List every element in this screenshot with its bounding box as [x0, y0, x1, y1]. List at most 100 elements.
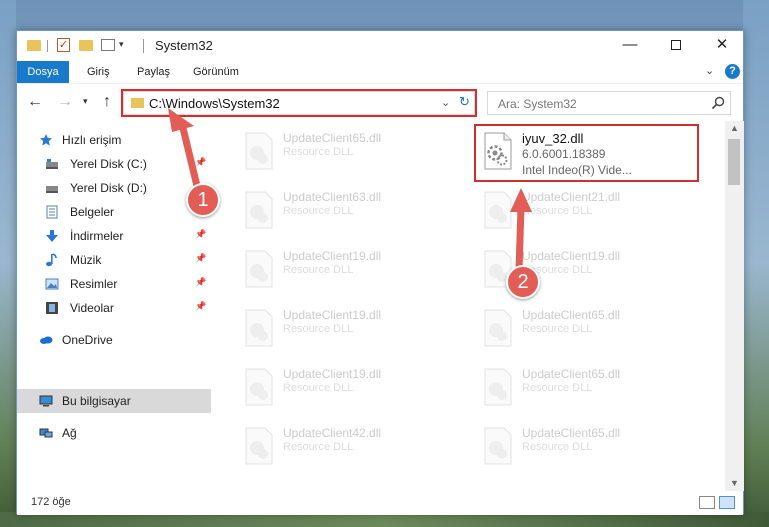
drive-icon: [46, 186, 58, 193]
new-folder-icon[interactable]: [79, 40, 93, 51]
sidebar-item-videos[interactable]: Videolar 📌: [17, 296, 211, 320]
file-item[interactable]: UpdateClient19.dll Resource DLL: [474, 243, 674, 297]
step-badge-1: 1: [186, 183, 220, 217]
sidebar-item-network[interactable]: Ağ: [17, 421, 211, 445]
minimize-button[interactable]: —: [607, 31, 653, 61]
network-icon: [39, 428, 53, 438]
sidebar-item-this-pc[interactable]: Bu bilgisayar: [17, 389, 211, 413]
expand-ribbon-icon[interactable]: ⌄: [705, 64, 714, 77]
file-name: UpdateClient65.dll: [522, 367, 621, 381]
rename-icon[interactable]: [101, 39, 115, 51]
file-description: Resource DLL: [283, 441, 354, 453]
search-input[interactable]: Ara: System32: [487, 91, 731, 115]
file-name: UpdateClient65.dll: [522, 308, 621, 322]
sidebar-item-local-disk-c[interactable]: Yerel Disk (C:) 📌: [17, 152, 211, 176]
videos-icon: [46, 302, 58, 314]
dll-file-icon: [484, 309, 512, 347]
recent-locations-icon[interactable]: ▾: [83, 96, 88, 107]
pictures-icon: [45, 278, 59, 290]
pin-icon: 📌: [195, 301, 207, 311]
sidebar-item-label: Yerel Disk (C:): [70, 157, 147, 171]
file-description: Resource DLL: [522, 205, 593, 217]
tab-share[interactable]: Paylaş: [129, 61, 178, 83]
file-item[interactable]: UpdateClient21.dll Resource DLL: [474, 184, 674, 238]
scroll-down-icon[interactable]: ▼: [730, 478, 739, 488]
sidebar-item-local-disk-d[interactable]: Yerel Disk (D:): [17, 176, 211, 200]
help-icon[interactable]: ?: [725, 64, 740, 79]
desktop-background: [0, 0, 16, 527]
file-list: UpdateClient65.dll Resource DLL UpdateCl…: [211, 121, 725, 491]
dll-file-icon: [245, 250, 273, 288]
sidebar-item-downloads[interactable]: İndirmeler 📌: [17, 224, 211, 248]
customize-toolbar-dropdown-icon[interactable]: ▾: [119, 39, 124, 55]
music-icon: [46, 253, 57, 267]
tab-view[interactable]: Görünüm: [185, 61, 247, 83]
scroll-up-icon[interactable]: ▲: [730, 123, 739, 133]
refresh-icon[interactable]: ↻: [459, 94, 475, 110]
sidebar-item-label: OneDrive: [62, 333, 113, 347]
folder-icon: [131, 98, 144, 108]
address-bar[interactable]: C:\Windows\System32 ⌄ ↻: [121, 89, 477, 117]
tab-file[interactable]: Dosya: [17, 61, 69, 83]
item-count: 172 öğe: [31, 496, 71, 508]
file-item[interactable]: UpdateClient63.dll Resource DLL: [235, 184, 435, 238]
file-name: UpdateClient42.dll: [283, 426, 382, 440]
file-item[interactable]: UpdateClient19.dll Resource DLL: [235, 302, 435, 356]
sidebar-item-onedrive[interactable]: OneDrive: [17, 328, 211, 352]
dll-file-icon: [484, 191, 512, 229]
sidebar-item-documents[interactable]: Belgeler: [17, 200, 211, 224]
properties-check-icon[interactable]: ✓: [57, 38, 70, 52]
file-description: Resource DLL: [522, 323, 593, 335]
file-description: Resource DLL: [283, 146, 354, 158]
sidebar-item-music[interactable]: Müzik 📌: [17, 248, 211, 272]
file-item[interactable]: UpdateClient65.dll Resource DLL: [474, 361, 674, 415]
pin-icon: 📌: [195, 253, 207, 263]
sidebar-item-label: Videolar: [70, 301, 114, 315]
file-item[interactable]: UpdateClient65.dll Resource DLL: [474, 302, 674, 356]
highlight-box: [474, 124, 699, 182]
search-icon[interactable]: [710, 95, 726, 111]
file-name: UpdateClient19.dll: [283, 367, 382, 381]
sidebar-item-pictures[interactable]: Resimler 📌: [17, 272, 211, 296]
file-item[interactable]: UpdateClient65.dll Resource DLL: [235, 125, 435, 179]
pin-icon: 📌: [195, 229, 207, 239]
file-item[interactable]: UpdateClient65.dll Resource DLL: [474, 420, 674, 474]
vertical-scrollbar[interactable]: ▲ ▼: [725, 121, 744, 491]
divider: [47, 40, 48, 52]
file-name: UpdateClient63.dll: [283, 190, 382, 204]
desktop-background: [743, 0, 769, 527]
file-description: Resource DLL: [283, 205, 354, 217]
up-button[interactable]: ↑: [103, 93, 111, 111]
search-placeholder: Ara: System32: [498, 97, 577, 111]
scrollbar-thumb[interactable]: [728, 139, 740, 185]
ribbon-tabs: Dosya Giriş Paylaş Görünüm ⌄ ?: [17, 61, 743, 83]
forward-button[interactable]: →: [57, 93, 73, 111]
sidebar-item-label: Resimler: [70, 277, 118, 291]
file-item[interactable]: UpdateClient19.dll Resource DLL: [235, 243, 435, 297]
details-view-button[interactable]: [699, 496, 715, 509]
address-path[interactable]: C:\Windows\System32: [149, 96, 280, 111]
maximize-button[interactable]: [653, 31, 699, 61]
star-icon: [40, 134, 52, 146]
dll-file-icon: [245, 368, 273, 406]
maximize-icon: [671, 40, 681, 51]
sidebar-item-label: Bu bilgisayar: [62, 394, 131, 408]
file-item[interactable]: UpdateClient42.dll Resource DLL: [235, 420, 435, 474]
sidebar-item-label: Müzik: [70, 253, 102, 267]
file-name: UpdateClient19.dll: [283, 249, 382, 263]
sidebar-item-quick-access[interactable]: Hızlı erişim: [17, 128, 211, 152]
address-history-dropdown-icon[interactable]: ⌄: [441, 96, 450, 109]
tab-home[interactable]: Giriş: [79, 61, 118, 83]
sidebar-item-label: İndirmeler: [70, 229, 124, 243]
file-item[interactable]: UpdateClient19.dll Resource DLL: [235, 361, 435, 415]
back-button[interactable]: ←: [27, 93, 43, 111]
tiles-view-button[interactable]: [719, 496, 735, 509]
computer-icon: [39, 395, 53, 407]
status-bar: 172 öğe: [17, 491, 743, 515]
sidebar-item-label: Belgeler: [70, 205, 115, 219]
close-button[interactable]: ✕: [699, 31, 745, 61]
dll-file-icon: [245, 309, 273, 347]
title-bar: ✓ ▾ System32 — ✕: [17, 31, 743, 61]
pin-icon: 📌: [195, 277, 207, 287]
file-name: UpdateClient65.dll: [283, 131, 382, 145]
